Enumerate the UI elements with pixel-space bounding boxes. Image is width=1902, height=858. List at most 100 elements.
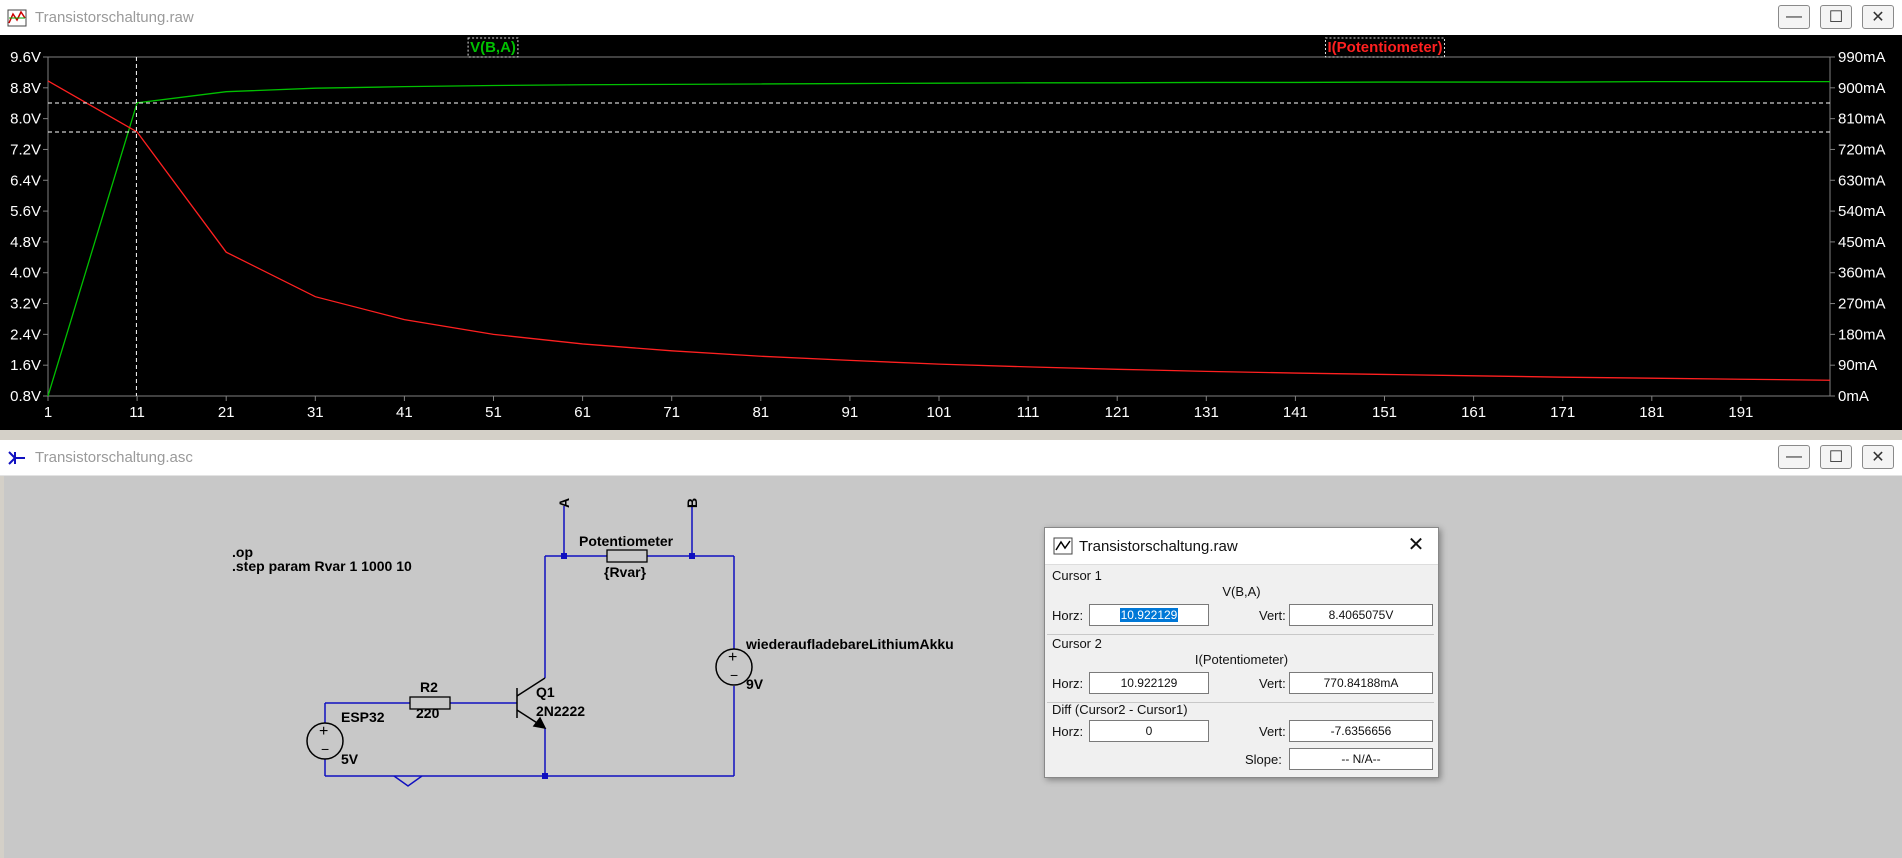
svg-text:+: +: [319, 723, 328, 740]
y-right-tick-label: 990mA: [1838, 49, 1886, 66]
y-left-tick-label: 7.2V: [10, 141, 41, 158]
svg-text:+: +: [728, 649, 737, 666]
y-right-tick-label: 0mA: [1838, 388, 1869, 405]
legend-current[interactable]: I(Potentiometer): [1327, 39, 1442, 56]
waveform-titlebar[interactable]: Transistorschaltung.raw — ☐ ✕: [0, 0, 1902, 36]
net-label-a[interactable]: A: [556, 498, 572, 508]
diff-vert-label: Vert:: [1259, 724, 1286, 739]
waveform-window: Transistorschaltung.raw — ☐ ✕ 9.6V 8.8V 8.…: [0, 0, 1902, 430]
svg-text:−: −: [730, 667, 738, 683]
y-right-tick-label: 810mA: [1838, 111, 1886, 128]
y-left-tick-label: 6.4V: [10, 172, 41, 189]
svg-text:−: −: [321, 741, 329, 757]
x-tick-label: 151: [1372, 404, 1397, 421]
junction-ground: [542, 773, 548, 779]
schematic-titlebar[interactable]: Transistorschaltung.asc — ☐ ✕: [0, 440, 1902, 476]
slope-field[interactable]: -- N/A--: [1289, 748, 1433, 770]
x-tick-label: 1: [44, 404, 52, 421]
cursor2-horz-field[interactable]: 10.922129: [1089, 672, 1209, 694]
plot-frame: [47, 56, 1831, 397]
waveform-chart[interactable]: 9.6V 8.8V 8.0V 7.2V 6.4V 5.6V 4.8V 4.0V 3.2V 2.4V…: [0, 35, 1902, 430]
esp32-name[interactable]: ESP32: [341, 709, 385, 725]
battery-value[interactable]: 9V: [746, 676, 763, 692]
y-right-tick-label: 90mA: [1838, 357, 1877, 374]
net-label-b[interactable]: B: [684, 498, 700, 508]
waveform-plot-pane[interactable]: 9.6V 8.8V 8.0V 7.2V 6.4V 5.6V 4.8V 4.0V 3.2V 2.4V…: [0, 35, 1902, 430]
maximize-button[interactable]: ☐: [1820, 445, 1852, 469]
close-button[interactable]: ✕: [1862, 445, 1894, 469]
schematic-icon: [8, 450, 25, 465]
x-tick-label: 141: [1283, 404, 1308, 421]
r2-value[interactable]: 220: [416, 705, 439, 721]
diff-vert-field[interactable]: -7.6356656: [1289, 720, 1433, 742]
potentiometer-symbol[interactable]: [606, 549, 648, 563]
close-button[interactable]: ✕: [1862, 5, 1894, 29]
y-left-tick-label: 1.6V: [10, 357, 41, 374]
esp32-source-symbol[interactable]: + −: [306, 722, 344, 760]
x-tick-label: 71: [663, 404, 680, 421]
x-tick-label: 51: [485, 404, 502, 421]
cursor1-horz-field[interactable]: 10.922129: [1089, 604, 1209, 626]
y-right-tick-label: 180mA: [1838, 326, 1886, 343]
cursor2-horz-label: Horz:: [1052, 676, 1084, 691]
x-tick-label: 181: [1639, 404, 1664, 421]
junction-a: [561, 553, 567, 559]
q1-name[interactable]: Q1: [536, 684, 555, 700]
potentiometer-value[interactable]: {Rvar}: [604, 564, 646, 580]
x-tick-label: 41: [396, 404, 413, 421]
schematic-wiring[interactable]: + − + −: [4, 476, 1902, 858]
cursor1-label: Cursor 1: [1052, 568, 1102, 583]
r2-name[interactable]: R2: [420, 679, 438, 695]
diff-label: Diff (Cursor2 - Cursor1): [1052, 702, 1188, 717]
ground-symbol: [393, 775, 423, 787]
x-tick-label: 61: [574, 404, 591, 421]
cursor2-vert-label: Vert:: [1259, 676, 1286, 691]
x-tick-label: 31: [307, 404, 324, 421]
schematic-window-title: Transistorschaltung.asc: [35, 449, 193, 466]
cursor2-label: Cursor 2: [1052, 636, 1102, 651]
y-left-tick-label: 9.6V: [10, 49, 41, 66]
y-right-tick-label: 720mA: [1838, 141, 1886, 158]
minimize-button[interactable]: —: [1778, 445, 1810, 469]
x-tick-label: 121: [1105, 404, 1130, 421]
diff-horz-field[interactable]: 0: [1089, 720, 1209, 742]
x-tick-label: 81: [752, 404, 769, 421]
x-tick-label: 131: [1194, 404, 1219, 421]
potentiometer-name[interactable]: Potentiometer: [579, 533, 673, 549]
maximize-button[interactable]: ☐: [1820, 5, 1852, 29]
cursor-probe-icon: [1053, 537, 1073, 555]
x-tick-label: 21: [218, 404, 235, 421]
x-tick-label: 11: [129, 404, 145, 421]
minimize-button[interactable]: —: [1778, 5, 1810, 29]
schematic-canvas[interactable]: + − + − .op .step param Rvar 1 1000 10 A…: [4, 476, 1902, 858]
x-tick-label: 101: [926, 404, 951, 421]
cursor1-trace: V(B,A): [1222, 584, 1261, 599]
y-left-tick-label: 8.8V: [10, 80, 41, 97]
x-tick-label: 161: [1461, 404, 1486, 421]
cursor-dialog-title: Transistorschaltung.raw: [1079, 537, 1238, 555]
y-left-tick-label: 4.0V: [10, 265, 41, 282]
battery-name[interactable]: wiederaufladebareLithiumAkku: [746, 636, 954, 652]
y-right-tick-label: 900mA: [1838, 80, 1886, 97]
legend-voltage[interactable]: V(B,A): [470, 39, 516, 56]
x-tick-label: 191: [1728, 404, 1753, 421]
waveform-icon: [7, 9, 27, 26]
q1-model[interactable]: 2N2222: [536, 703, 585, 719]
diff-horz-label: Horz:: [1052, 724, 1084, 739]
step-directive[interactable]: .step param Rvar 1 1000 10: [232, 558, 412, 574]
y-left-tick-label: 8.0V: [10, 111, 41, 128]
esp32-value[interactable]: 5V: [341, 751, 358, 767]
series-line-current: [47, 80, 1831, 381]
close-icon[interactable]: ✕: [1406, 535, 1426, 555]
slope-label: Slope:: [1245, 752, 1282, 767]
cursor1-vert-field[interactable]: 8.4065075V: [1289, 604, 1433, 626]
y-right-tick-label: 450mA: [1838, 234, 1886, 251]
x-tick-label: 91: [842, 404, 859, 421]
cursor-dialog-titlebar[interactable]: Transistorschaltung.raw ✕: [1045, 528, 1438, 565]
y-left-tick-label: 3.2V: [10, 296, 41, 313]
cursor2-vert-field[interactable]: 770.84188mA: [1289, 672, 1433, 694]
y-right-tick-label: 270mA: [1838, 296, 1886, 313]
y-right-tick-label: 360mA: [1838, 265, 1886, 282]
cursor2-trace: I(Potentiometer): [1194, 652, 1289, 667]
schematic-window: Transistorschaltung.asc — ☐ ✕ + − + − .o…: [0, 440, 1902, 858]
